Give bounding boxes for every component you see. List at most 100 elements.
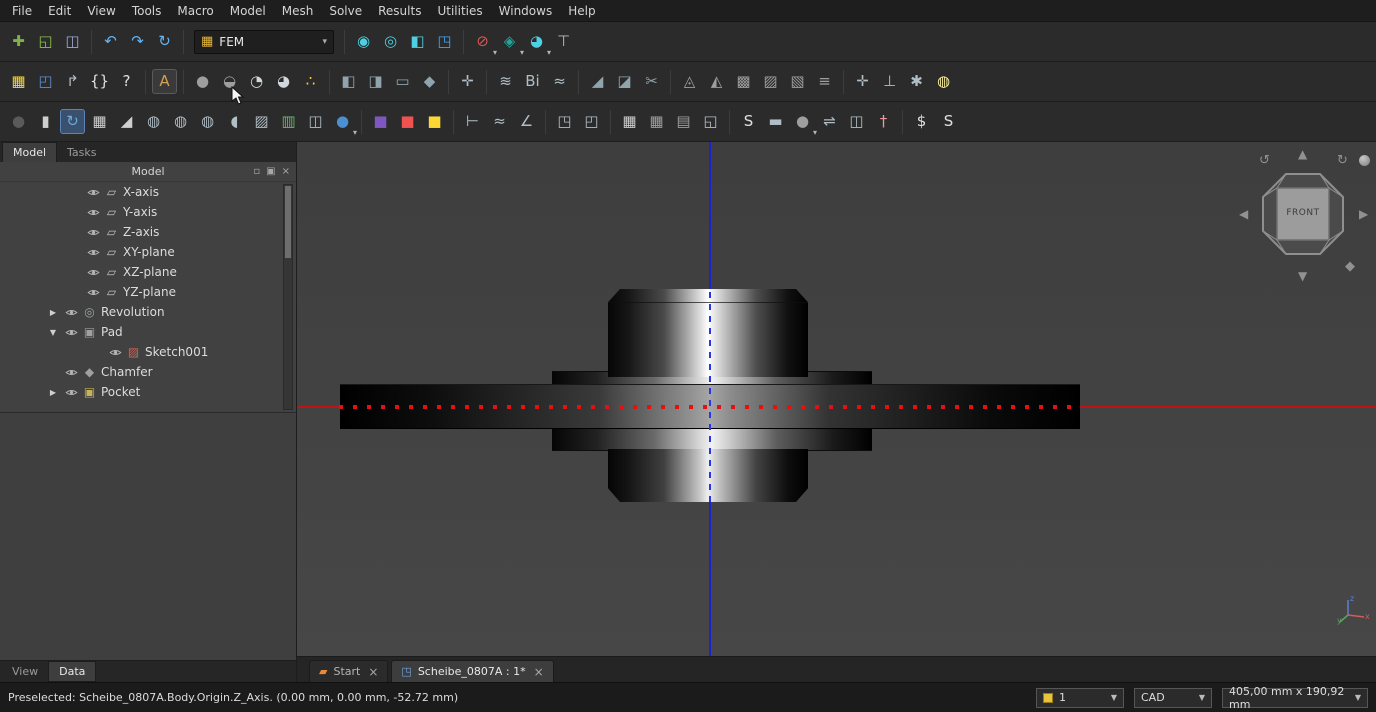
z-axis-dashed-segment[interactable] [709, 292, 711, 504]
menu-edit[interactable]: Edit [40, 2, 79, 20]
mesh-group-button[interactable]: ◪ [612, 69, 637, 94]
navcube-arrow-down-icon[interactable]: ▼ [1298, 270, 1307, 282]
navcube-front-face[interactable]: FRONT [1279, 208, 1327, 218]
menu-model[interactable]: Model [222, 2, 274, 20]
close-tab-icon[interactable]: × [534, 665, 544, 679]
menu-solve[interactable]: Solve [321, 2, 370, 20]
viewport-canvas[interactable]: FRONT ▲ ▼ ◀ ▶ ↺ ↻ ◆ [297, 142, 1376, 656]
visibility-eye-icon[interactable] [64, 385, 78, 399]
menu-macro[interactable]: Macro [169, 2, 221, 20]
result-wave-button[interactable]: ≈ [487, 109, 512, 134]
datacube2-button[interactable]: ◰ [579, 109, 604, 134]
glyph-purple-button[interactable]: ■ [368, 109, 393, 134]
navcube-arrow-right-icon[interactable]: ▶ [1359, 208, 1368, 220]
tree-item-z-axis[interactable]: ▱Z-axis [0, 222, 296, 242]
dock-float-icon[interactable]: ▣ [266, 167, 275, 177]
probe-button[interactable]: ✛ [850, 69, 875, 94]
units-s-button[interactable]: S [936, 109, 961, 134]
menu-tools[interactable]: Tools [124, 2, 170, 20]
tree-item-xz-plane[interactable]: ▱XZ-plane [0, 262, 296, 282]
mesh-clear-button[interactable]: ✂ [639, 69, 664, 94]
visibility-eye-icon[interactable] [86, 285, 100, 299]
constraint-bolt-button[interactable]: ◆ [417, 69, 442, 94]
mesh-display-button[interactable]: ▧ [785, 69, 810, 94]
spreadsheet-button[interactable]: S [736, 109, 761, 134]
measure-linear-button[interactable]: ⊢ [460, 109, 485, 134]
tree-item-pad[interactable]: ▼▣Pad [0, 322, 296, 342]
visibility-eye-icon[interactable] [64, 325, 78, 339]
export-button[interactable]: ↱ [60, 69, 85, 94]
model-top-cylinder[interactable] [608, 289, 808, 377]
zoom-menu-button[interactable]: ◕▾ [524, 29, 549, 54]
tree-item-pocket[interactable]: ▶▣Pocket [0, 382, 296, 402]
tab-data[interactable]: Data [48, 661, 96, 682]
element-fluid-button[interactable]: ▭ [390, 69, 415, 94]
lattice-button[interactable]: ◫ [844, 109, 869, 134]
navigation-style-dropdown[interactable]: CAD ▼ [1134, 688, 1212, 708]
dock-minimize-icon[interactable]: ▫ [253, 167, 260, 177]
mesh-grid-button[interactable]: ▦ [87, 109, 112, 134]
constraint-force-button[interactable]: ◕ [271, 69, 296, 94]
sync-view-button[interactable]: ◳ [432, 29, 457, 54]
tree-item-xy-plane[interactable]: ▱XY-plane [0, 242, 296, 262]
constraint-selfweight-button[interactable]: ✛ [455, 69, 480, 94]
doc-tab-scheibe_0807a[interactable]: ◳Scheibe_0807A : 1*× [391, 660, 553, 682]
tree-item-yz-plane[interactable]: ▱YZ-plane [0, 282, 296, 302]
visibility-eye-icon[interactable] [108, 345, 122, 359]
result-show-button[interactable]: ▥ [276, 109, 301, 134]
menu-utilities[interactable]: Utilities [429, 2, 490, 20]
menu-file[interactable]: File [4, 2, 40, 20]
tab-tasks[interactable]: Tasks [57, 143, 106, 162]
navcube-rotate-cw-icon[interactable]: ↻ [1337, 154, 1348, 167]
model-bottom-cylinder[interactable] [608, 449, 808, 502]
tree-item-x-axis[interactable]: ▱X-axis [0, 182, 296, 202]
datacube1-button[interactable]: ◳ [552, 109, 577, 134]
visibility-eye-icon[interactable] [86, 245, 100, 259]
element-geometry-button[interactable]: ◧ [336, 69, 361, 94]
menu-results[interactable]: Results [370, 2, 429, 20]
material-sphere-button[interactable]: ●▾ [790, 109, 815, 134]
element-rotation-button[interactable]: ◨ [363, 69, 388, 94]
visibility-eye-icon[interactable] [64, 365, 78, 379]
tree-item-revolution[interactable]: ▶◎Revolution [0, 302, 296, 322]
result-sphere-button[interactable]: ●▾ [330, 109, 355, 134]
refresh-button[interactable]: ↻ [152, 29, 177, 54]
mesh-info-button[interactable]: ≡ [812, 69, 837, 94]
constraint-flow-velocity-button[interactable]: ≈ [547, 69, 572, 94]
draw-style-button[interactable]: ◧ [405, 29, 430, 54]
table-export-button[interactable]: ◱ [698, 109, 723, 134]
disc1-button[interactable]: ◍ [141, 109, 166, 134]
mesh-gmsh-button[interactable]: ◭ [704, 69, 729, 94]
expander-expanded-icon[interactable]: ▼ [46, 328, 60, 337]
visibility-eye-icon[interactable] [86, 265, 100, 279]
texture-button[interactable]: ◈▾ [497, 29, 522, 54]
settings-button[interactable]: ✱ [904, 69, 929, 94]
undo-button[interactable]: ↶ [98, 29, 123, 54]
navcube-arrow-left-icon[interactable]: ◀ [1239, 208, 1248, 220]
measure-angle-button[interactable]: ∠ [514, 109, 539, 134]
solve-refresh-button[interactable]: ↻ [60, 109, 85, 134]
post-sphere-button[interactable]: ● [6, 109, 31, 134]
menu-view[interactable]: View [79, 2, 123, 20]
tree-item-y-axis[interactable]: ▱Y-axis [0, 202, 296, 222]
navcube-arrow-up-icon[interactable]: ▲ [1298, 148, 1307, 160]
macro-button[interactable]: {} [87, 69, 112, 94]
menu-windows[interactable]: Windows [491, 2, 561, 20]
constraint-fixed-button[interactable]: ● [190, 69, 215, 94]
table2-button[interactable]: ▦ [644, 109, 669, 134]
tree-scrollbar[interactable] [283, 184, 293, 410]
open-document-button[interactable]: ◱ [33, 29, 58, 54]
whats-this-button[interactable]: ? [114, 69, 139, 94]
warp-button[interactable]: ▨ [249, 109, 274, 134]
constraint-contact-button[interactable]: ◔ [244, 69, 269, 94]
tree-scrollbar-thumb[interactable] [285, 186, 291, 258]
visibility-eye-icon[interactable] [86, 185, 100, 199]
mesh-region-button[interactable]: ◰ [33, 69, 58, 94]
visibility-eye-icon[interactable] [64, 305, 78, 319]
visibility-eye-icon[interactable] [86, 205, 100, 219]
constraint-pressure-button[interactable]: ∴ [298, 69, 323, 94]
save-document-button[interactable]: ◫ [60, 29, 85, 54]
redo-button[interactable]: ↷ [125, 29, 150, 54]
expander-collapsed-icon[interactable]: ▶ [46, 388, 60, 397]
table1-button[interactable]: ▦ [617, 109, 642, 134]
